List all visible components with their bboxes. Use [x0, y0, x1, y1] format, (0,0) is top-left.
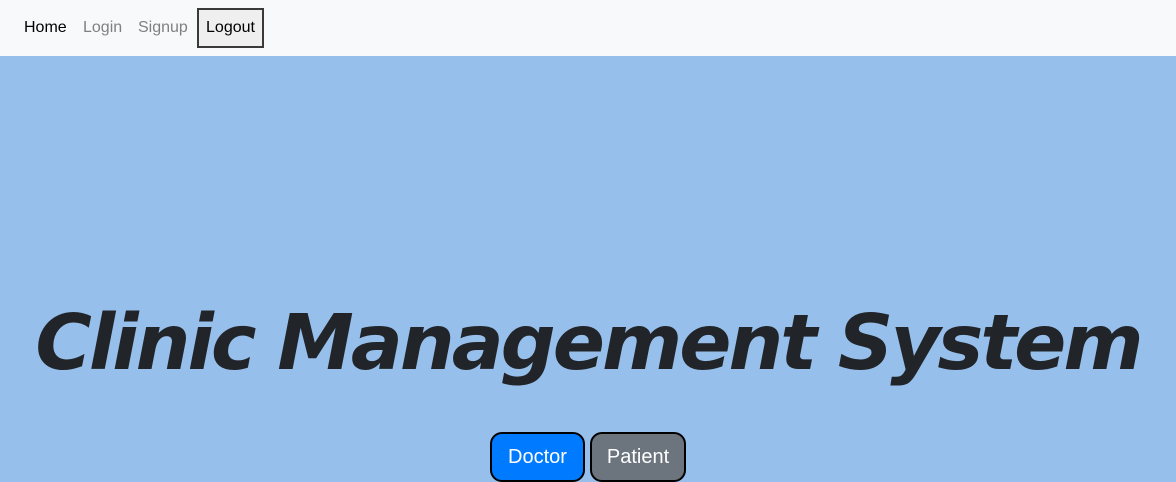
hero-section: Clinic Management System Doctor Patient — [0, 56, 1176, 482]
logout-button[interactable]: Logout — [197, 8, 264, 48]
patient-button[interactable]: Patient — [590, 432, 686, 482]
nav-login-link[interactable]: Login — [83, 17, 122, 39]
top-navbar: Home Login Signup Logout — [0, 0, 1176, 56]
page-title: Clinic Management System — [35, 299, 1143, 388]
doctor-button[interactable]: Doctor — [490, 432, 585, 482]
nav-home-link[interactable]: Home — [24, 17, 67, 39]
nav-signup-link[interactable]: Signup — [138, 17, 188, 39]
